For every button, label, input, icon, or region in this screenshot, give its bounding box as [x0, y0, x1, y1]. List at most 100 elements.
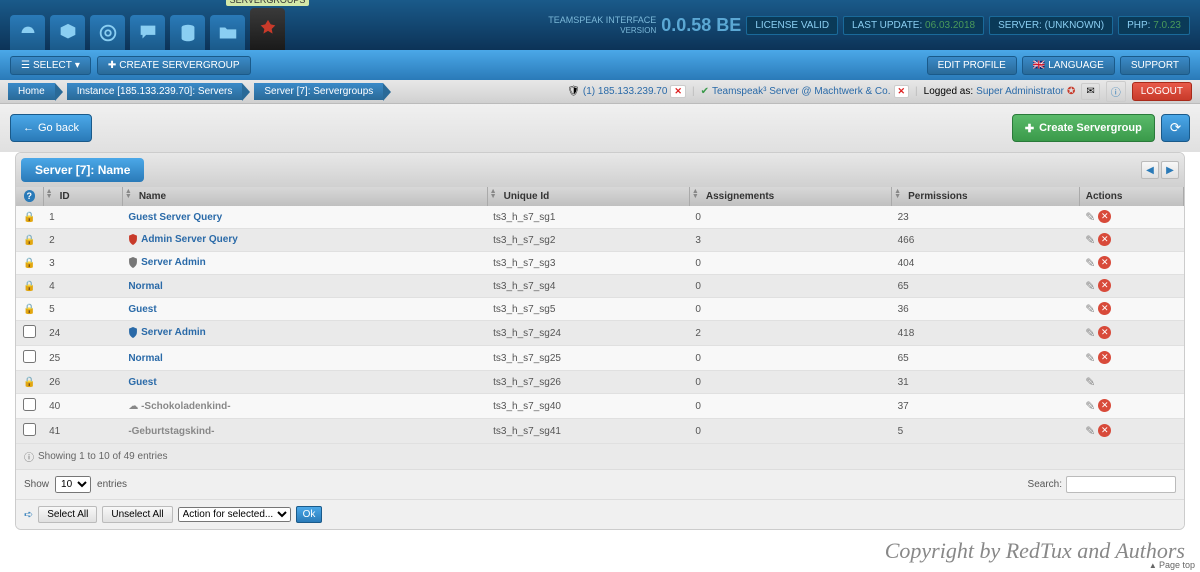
support-button[interactable]: SUPPORT	[1120, 56, 1190, 75]
language-button[interactable]: 🇬🇧 LANGUAGE	[1022, 56, 1115, 75]
delete-icon[interactable]: ✕	[1098, 326, 1111, 339]
edit-icon[interactable]: ✎	[1085, 233, 1095, 247]
row-checkbox[interactable]	[23, 423, 36, 436]
edit-icon[interactable]: ✎	[1085, 326, 1095, 340]
nav-servergroups-icon[interactable]	[250, 8, 285, 50]
delete-icon[interactable]: ✕	[1098, 233, 1111, 246]
cell-assign: 3	[689, 229, 891, 252]
nav-chat-icon[interactable]	[130, 15, 165, 50]
table-row: 🔒 4 Normal ts3_h_s7_sg4 0 65 ✎✕	[16, 275, 1184, 298]
name-link[interactable]: Admin Server Query	[141, 235, 238, 246]
server-info: ✔ Teamspeak³ Server @ Machtwerk & Co. ✕	[701, 85, 909, 98]
panel-next-icon[interactable]: ▶	[1161, 161, 1179, 179]
cell-assign: 0	[689, 206, 891, 229]
cell-uid: ts3_h_s7_sg40	[487, 394, 689, 419]
name-link[interactable]: Guest	[128, 304, 156, 315]
select-button[interactable]: ☰ SELECT ▾	[10, 56, 91, 75]
delete-icon[interactable]: ✕	[1098, 351, 1111, 364]
cell-name: Admin Server Query	[122, 229, 487, 252]
version-label: VERSION	[548, 26, 656, 36]
bulk-action-select[interactable]: Action for selected...	[178, 507, 291, 522]
edit-icon[interactable]: ✎	[1085, 279, 1095, 293]
col-uid[interactable]: ▲▼Unique Id	[487, 187, 689, 206]
logout-button[interactable]: LOGOUT	[1132, 82, 1192, 101]
search-input[interactable]	[1066, 476, 1176, 493]
panel-prev-icon[interactable]: ◀	[1141, 161, 1159, 179]
ok-button[interactable]: Ok	[296, 506, 323, 523]
delete-icon[interactable]: ✕	[1098, 399, 1111, 412]
name-link[interactable]: Guest	[128, 377, 156, 388]
name-link[interactable]: Guest Server Query	[128, 212, 222, 223]
server-link[interactable]: Teamspeak³ Server @ Machtwerk & Co.	[712, 86, 891, 97]
nav-target-icon[interactable]	[90, 15, 125, 50]
close-server-icon[interactable]: ✕	[894, 85, 910, 98]
name-link[interactable]: Normal	[128, 353, 162, 364]
col-perm[interactable]: ▲▼Permissions	[892, 187, 1080, 206]
page-size-select[interactable]: 10	[55, 476, 91, 493]
panel: Server [7]: Name ◀ ▶ ? ▲▼ID ▲▼Name ▲▼Uni…	[15, 152, 1185, 530]
delete-icon[interactable]: ✕	[1098, 424, 1111, 437]
bulk-actions: ➪ Select All Unselect All Action for sel…	[16, 499, 1184, 529]
logged-user[interactable]: Super Administrator	[976, 86, 1064, 97]
delete-icon[interactable]: ✕	[1098, 256, 1111, 269]
row-checkbox[interactable]	[23, 325, 36, 338]
version-number: 0.0.58 BE	[661, 15, 741, 36]
header-right: TEAMSPEAK INTERFACE VERSION 0.0.58 BE LI…	[548, 15, 1190, 36]
edit-icon[interactable]: ✎	[1085, 210, 1095, 224]
crumb-instance[interactable]: Instance [185.133.239.70]: Servers	[67, 83, 243, 100]
delete-icon[interactable]: ✕	[1098, 302, 1111, 315]
col-assign[interactable]: ▲▼Assignements	[689, 187, 891, 206]
close-instance-icon[interactable]: ✕	[670, 85, 686, 98]
name-link[interactable]: Server Admin	[141, 328, 206, 339]
crumb-server[interactable]: Server [7]: Servergroups	[254, 83, 383, 100]
nav-cube-icon[interactable]	[50, 15, 85, 50]
crumb-home[interactable]: Home	[8, 83, 55, 100]
refresh-button[interactable]: ⟳	[1161, 114, 1190, 142]
cell-id: 1	[43, 206, 122, 229]
create-servergroup-button[interactable]: ✚ Create Servergroup	[1012, 114, 1155, 142]
nav-dashboard-icon[interactable]	[10, 15, 45, 50]
mail-icon[interactable]: ✉	[1081, 83, 1099, 100]
edit-icon[interactable]: ✎	[1085, 256, 1095, 270]
instance-info: 🛡 (1) 185.133.239.70 ✕	[567, 85, 686, 98]
instance-link[interactable]: (1) 185.133.239.70	[583, 86, 668, 97]
edit-icon[interactable]: ✎	[1085, 424, 1095, 438]
name-link[interactable]: Server Admin	[141, 258, 206, 269]
delete-icon[interactable]: ✕	[1098, 210, 1111, 223]
page-top-link[interactable]: Page top	[1149, 560, 1195, 570]
table-row: 🔒 2 Admin Server Query ts3_h_s7_sg2 3 46…	[16, 229, 1184, 252]
table-info: ⓘ Showing 1 to 10 of 49 entries	[16, 444, 1184, 469]
cell-id: 24	[43, 321, 122, 346]
logged-info: Logged as: Super Administrator ✪	[924, 86, 1076, 97]
edit-icon[interactable]: ✎	[1085, 399, 1095, 413]
go-back-button[interactable]: ← Go back	[10, 114, 92, 142]
edit-icon[interactable]: ✎	[1085, 375, 1095, 389]
cell-assign: 2	[689, 321, 891, 346]
nav-database-icon[interactable]	[170, 15, 205, 50]
cell-name: Guest	[122, 371, 487, 394]
col-name[interactable]: ▲▼Name	[122, 187, 487, 206]
unselect-all-button[interactable]: Unselect All	[102, 506, 172, 523]
table-row: 24 Server Admin ts3_h_s7_sg24 2 418 ✎✕	[16, 321, 1184, 346]
edit-icon[interactable]: ✎	[1085, 351, 1095, 365]
select-all-button[interactable]: Select All	[38, 506, 97, 523]
cell-perm: 5	[892, 419, 1080, 444]
name-link[interactable]: Normal	[128, 281, 162, 292]
cell-perm: 466	[892, 229, 1080, 252]
edit-profile-button[interactable]: EDIT PROFILE	[927, 56, 1017, 75]
cell-perm: 37	[892, 394, 1080, 419]
edit-icon[interactable]: ✎	[1085, 302, 1095, 316]
row-checkbox[interactable]	[23, 398, 36, 411]
cell-id: 41	[43, 419, 122, 444]
delete-icon[interactable]: ✕	[1098, 279, 1111, 292]
name-link[interactable]: -Geburtstagskind-	[128, 426, 214, 437]
nav-folder-icon[interactable]	[210, 15, 245, 50]
name-link[interactable]: -Schokoladenkind-	[141, 401, 230, 412]
col-id[interactable]: ▲▼ID	[43, 187, 122, 206]
col-checkbox[interactable]: ?	[16, 187, 43, 206]
info-icon[interactable]: ⓘ	[1106, 81, 1126, 102]
cell-id: 2	[43, 229, 122, 252]
cell-uid: ts3_h_s7_sg2	[487, 229, 689, 252]
create-servergroup-toolbar-button[interactable]: ✚ CREATE SERVERGROUP	[97, 56, 251, 75]
row-checkbox[interactable]	[23, 350, 36, 363]
